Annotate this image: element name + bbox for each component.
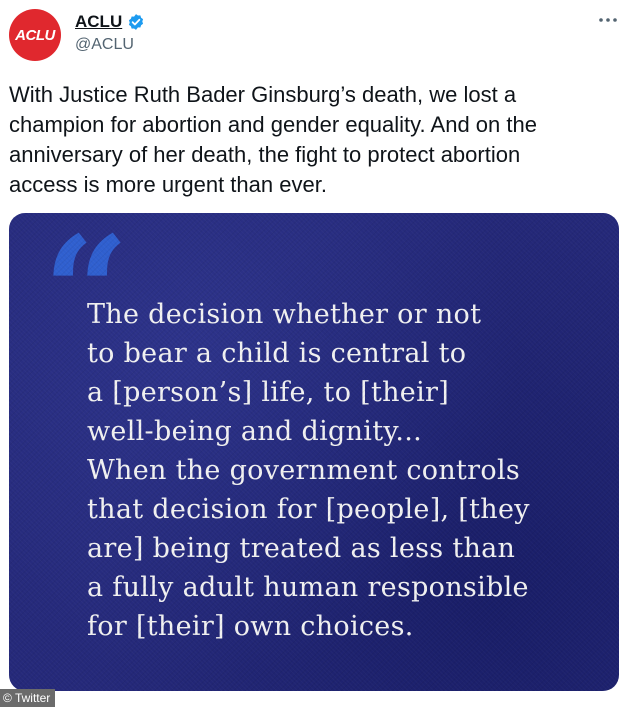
more-horizontal-icon[interactable]: [596, 10, 620, 30]
avatar[interactable]: ACLU: [9, 9, 61, 61]
name-row: ACLU: [75, 12, 145, 32]
watermark-text: © Twitter: [3, 691, 51, 705]
quote-text: The decision whether or not to bear a ch…: [87, 299, 530, 642]
tweet-media-image[interactable]: “ The decision whether or not to bear a …: [9, 213, 619, 691]
avatar-logo-text: ACLU: [15, 26, 55, 44]
verified-badge-icon: [127, 13, 145, 31]
account-handle[interactable]: @ACLU: [75, 36, 134, 54]
twitter-watermark: © Twitter: [0, 689, 56, 707]
display-name-link[interactable]: ACLU: [75, 12, 122, 32]
tweet-card: ACLU ACLU @ACLU With Justice Ruth Bader …: [0, 0, 634, 707]
tweet-text: With Justice Ruth Bader Ginsburg’s death…: [9, 82, 537, 197]
